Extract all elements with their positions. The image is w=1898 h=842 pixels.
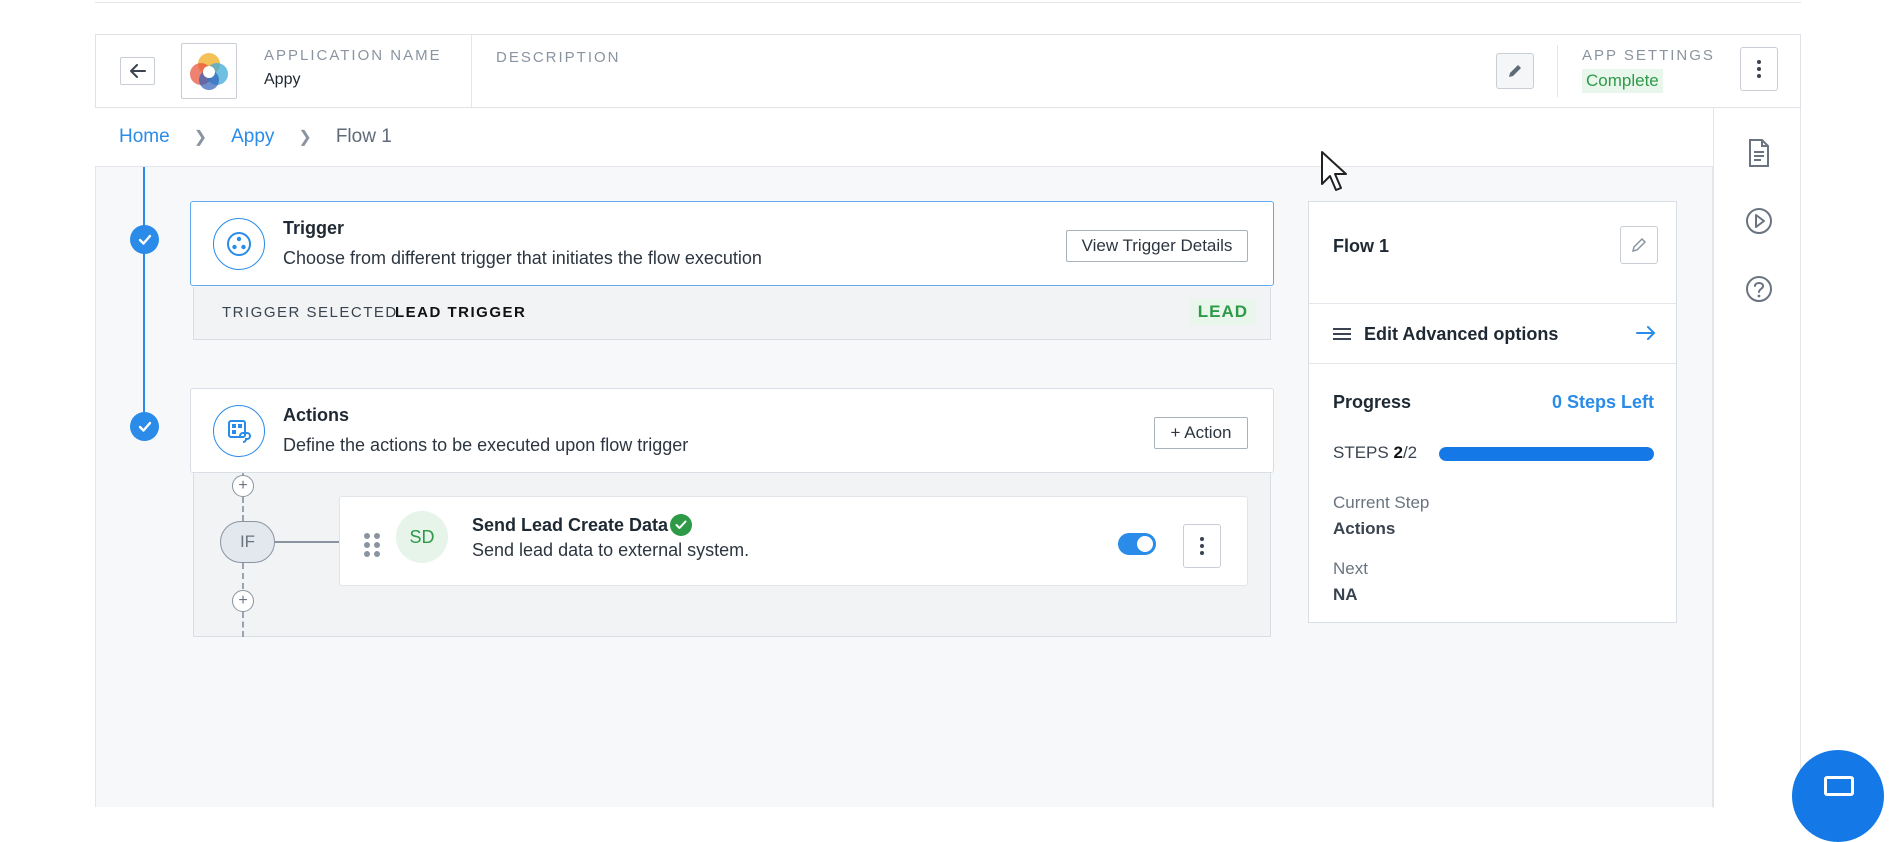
trigger-title: Trigger (283, 218, 345, 238)
flow-name: Flow 1 (1333, 236, 1390, 256)
app-name-label: APPLICATION NAME (264, 47, 442, 64)
help-circle-icon[interactable] (1744, 274, 1774, 304)
header-divider (1557, 45, 1558, 97)
description-label: DESCRIPTION (496, 49, 621, 66)
app-header: APPLICATION NAME Appy DESCRIPTION APP SE… (95, 34, 1801, 108)
breadcrumb-app[interactable]: Appy (231, 126, 274, 148)
breadcrumb-home[interactable]: Home (119, 126, 170, 148)
arrow-left-icon (129, 64, 146, 78)
connector-line (242, 497, 244, 521)
trigger-selected-bar: TRIGGER SELECTED LEAD TRIGGER LEAD (193, 287, 1271, 340)
top-divider (95, 2, 1801, 3)
arrow-right-icon (1636, 326, 1655, 340)
edit-advanced-options-link[interactable]: Edit Advanced options (1309, 303, 1676, 363)
edit-flow-button[interactable] (1620, 226, 1658, 264)
chat-icon (1824, 776, 1854, 796)
step-complete-icon (130, 412, 159, 441)
add-step-above-icon[interactable]: + (232, 475, 254, 497)
current-step-value: Actions (1333, 519, 1396, 538)
trigger-icon (213, 218, 265, 270)
chevron-right-icon: ❯ (298, 129, 312, 146)
next-step-label: Next (1333, 559, 1368, 578)
actions-list-area: + IF + SD Send Lead Create Data Send lea… (193, 473, 1271, 637)
kebab-menu-icon (1200, 537, 1204, 555)
app-name-value: Appy (264, 71, 301, 88)
connector-line (242, 563, 244, 589)
trigger-subtitle: Choose from different trigger that initi… (283, 248, 762, 268)
trigger-card: Trigger Choose from different trigger th… (190, 201, 1274, 286)
edit-app-button[interactable] (1496, 53, 1534, 89)
progress-section: Progress 0 Steps Left STEPS 2/2 Current … (1309, 363, 1676, 623)
drag-handle-icon[interactable] (364, 533, 380, 557)
action-item[interactable]: SD Send Lead Create Data Send lead data … (339, 496, 1248, 586)
connector-line (275, 541, 341, 543)
menu-lines-icon (1333, 328, 1351, 340)
timeline-line (143, 167, 145, 427)
action-title: Send Lead Create Data (472, 515, 669, 535)
actions-subtitle: Define the actions to be executed upon f… (283, 435, 689, 455)
breadcrumb: Home ❯ Appy ❯ Flow 1 (95, 108, 1713, 167)
document-icon[interactable] (1744, 138, 1774, 168)
app-logo (181, 43, 237, 99)
pencil-icon (1631, 237, 1647, 253)
actions-icon (213, 405, 265, 457)
trigger-selected-label: TRIGGER SELECTED (222, 304, 398, 321)
actions-title: Actions (283, 405, 350, 425)
flow-details-panel: Flow 1 Edit Advanced options Progress 0 … (1308, 201, 1677, 623)
header-more-button[interactable] (1740, 47, 1778, 91)
add-action-button[interactable]: + Action (1154, 417, 1248, 449)
check-circle-icon (670, 514, 692, 536)
progress-bar-fill (1439, 447, 1654, 461)
breadcrumb-current: Flow 1 (335, 126, 392, 147)
app-settings-status-badge: Complete (1582, 69, 1663, 93)
header-divider (471, 35, 472, 107)
play-circle-icon[interactable] (1744, 206, 1774, 236)
back-button[interactable] (120, 57, 155, 85)
next-step-value: NA (1333, 585, 1358, 604)
kebab-menu-icon (1757, 60, 1761, 78)
view-trigger-details-button[interactable]: View Trigger Details (1066, 230, 1248, 262)
progress-label: Progress (1333, 392, 1412, 412)
progress-bar (1439, 447, 1654, 461)
chevron-right-icon: ❯ (193, 129, 208, 146)
if-condition-node[interactable]: IF (220, 521, 275, 563)
pencil-icon (1509, 65, 1521, 77)
chat-button[interactable] (1792, 750, 1884, 842)
steps-left: 0 Steps Left (1551, 392, 1654, 412)
action-enabled-toggle[interactable] (1118, 533, 1156, 555)
actions-card: Actions Define the actions to be execute… (190, 388, 1274, 473)
step-complete-icon (130, 225, 159, 254)
action-more-button[interactable] (1183, 524, 1221, 568)
mouse-cursor-icon (1321, 151, 1347, 191)
trigger-selected-value: LEAD TRIGGER (395, 304, 527, 321)
action-subtitle: Send lead data to external system. (472, 540, 750, 560)
connector-line (242, 612, 244, 637)
advanced-options-label: Edit Advanced options (1364, 324, 1559, 344)
current-step-label: Current Step (1333, 493, 1430, 512)
action-avatar: SD (396, 511, 448, 563)
add-step-below-icon[interactable]: + (232, 590, 254, 612)
right-rail (1713, 108, 1801, 808)
steps-count: STEPS 2/2 (1333, 443, 1418, 462)
trigger-type-badge: LEAD (1189, 299, 1256, 325)
app-settings-label: APP SETTINGS (1582, 47, 1715, 64)
